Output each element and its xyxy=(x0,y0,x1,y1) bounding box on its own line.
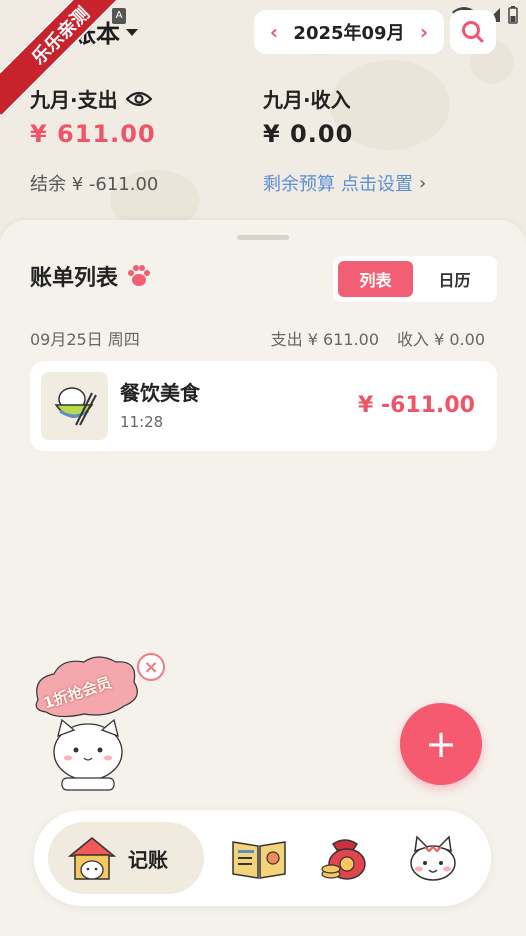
day-summary: 支出 ¥ 611.00 收入 ¥ 0.00 xyxy=(271,326,485,350)
drag-handle[interactable] xyxy=(237,235,289,240)
chevron-right-icon[interactable]: › xyxy=(416,20,432,44)
bill-list-title-group: 账单列表 xyxy=(30,260,152,292)
day-expense: 支出 ¥ 611.00 xyxy=(270,330,380,349)
plus-icon: + xyxy=(425,722,457,766)
budget-label: 剩余预算 xyxy=(263,174,335,195)
search-icon xyxy=(462,21,484,43)
budget-setting-link[interactable]: 剩余预算 点击设置 › xyxy=(263,170,426,196)
battery-icon xyxy=(508,6,518,24)
income-value: ¥ 0.00 xyxy=(263,120,354,148)
budget-action: 点击设置 xyxy=(341,174,413,195)
chevron-left-icon[interactable]: ‹ xyxy=(266,20,282,44)
cat-face-icon xyxy=(410,835,456,881)
nav-item-bookkeeping[interactable]: 记账 xyxy=(48,822,204,894)
transaction-row[interactable]: 餐饮美食 11:28 ¥ -611.00 xyxy=(30,361,497,451)
open-book-icon xyxy=(232,841,286,879)
nav-item-book[interactable] xyxy=(230,830,288,886)
tab-calendar[interactable]: 日历 xyxy=(417,261,492,297)
income-label: 九月·收入 xyxy=(263,88,351,112)
add-record-button[interactable]: + xyxy=(400,703,482,785)
money-bag-icon xyxy=(321,839,366,880)
rice-bowl-icon xyxy=(41,372,108,440)
caret-down-icon xyxy=(126,29,138,36)
day-date: 09月25日 周四 xyxy=(30,330,140,349)
expense-value: ¥ 611.00 xyxy=(30,120,156,148)
paw-icon xyxy=(128,265,151,286)
expense-label: 九月·支出 xyxy=(30,88,118,112)
nav-item-profile[interactable] xyxy=(404,830,462,886)
bottom-nav: 记账 xyxy=(34,810,491,906)
chevron-right-icon: › xyxy=(419,172,427,194)
nav-item-assets[interactable] xyxy=(316,830,374,886)
transaction-category: 餐饮美食 xyxy=(120,381,200,405)
month-label: 2025年09月 xyxy=(293,23,405,44)
house-cat-icon xyxy=(67,837,117,880)
tab-list[interactable]: 列表 xyxy=(338,261,413,297)
balance-text: 结余 ¥ -611.00 xyxy=(30,174,159,195)
nav-active-label: 记账 xyxy=(128,847,168,872)
transaction-time: 11:28 xyxy=(120,413,164,431)
eye-icon[interactable] xyxy=(125,90,152,108)
month-picker[interactable]: ‹ 2025年09月 › xyxy=(254,10,444,54)
view-toggle: 列表 日历 xyxy=(333,256,497,302)
search-button[interactable] xyxy=(450,10,496,54)
day-income: 收入 ¥ 0.00 xyxy=(397,330,485,349)
expense-label-group: 九月·支出 xyxy=(30,84,152,113)
section-title: 账单列表 xyxy=(30,266,119,291)
close-icon[interactable]: × xyxy=(137,653,165,681)
transaction-amount: ¥ -611.00 xyxy=(358,393,475,418)
